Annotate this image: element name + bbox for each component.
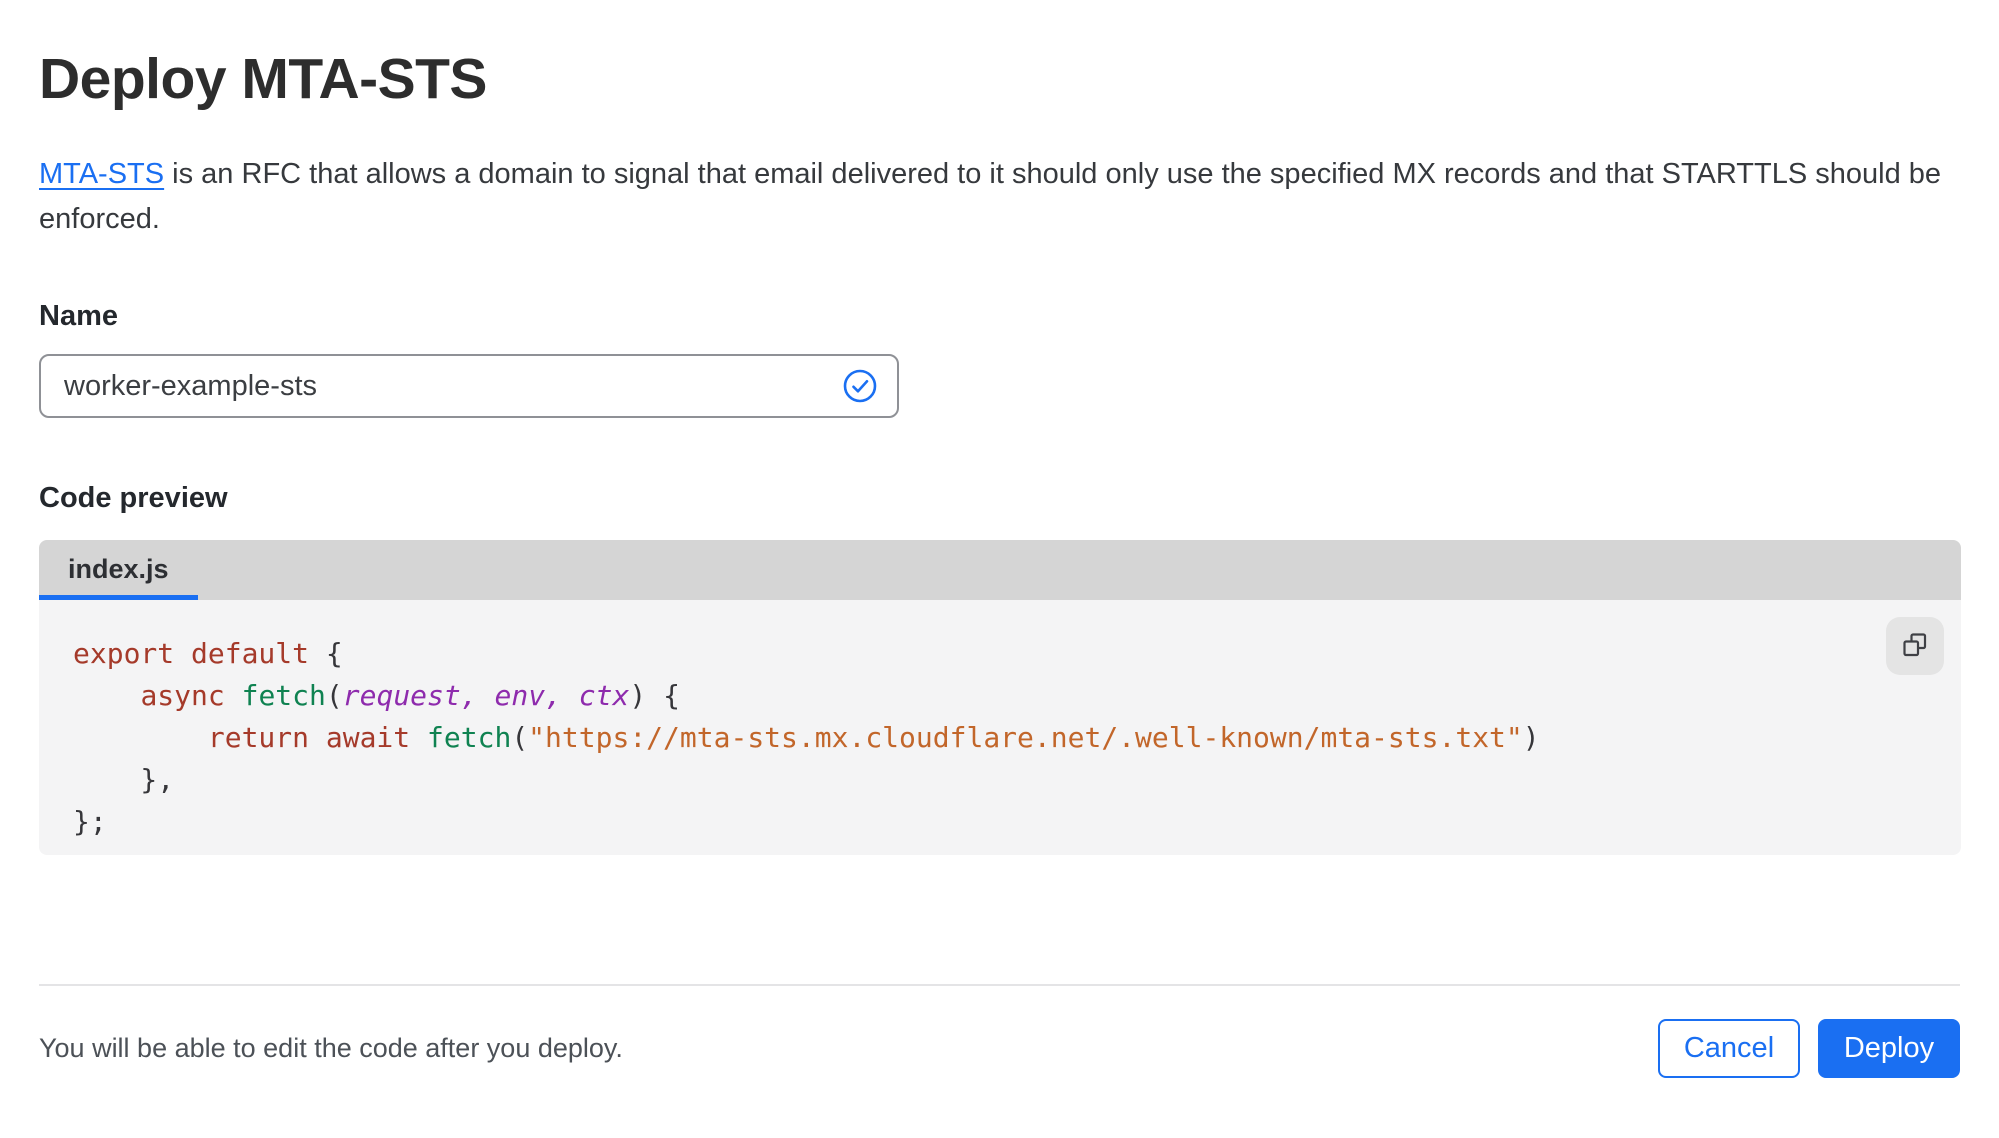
name-input[interactable] [39,354,899,418]
code-lines: export default { async fetch(request, en… [73,637,1540,838]
name-input-wrap [39,354,899,418]
mta-sts-link[interactable]: MTA-STS [39,158,164,190]
footer: You will be able to edit the code after … [39,1018,1960,1078]
name-label: Name [39,300,118,332]
footer-note: You will be able to edit the code after … [39,1032,623,1063]
code-tab-bar: index.js [39,540,1961,600]
code-preview-label: Code preview [39,482,228,514]
description-text: is an RFC that allows a domain to signal… [39,158,1942,235]
footer-divider [39,984,1960,986]
footer-actions: Cancel Deploy [1658,1018,1960,1078]
cancel-button[interactable]: Cancel [1658,1018,1800,1078]
code-preview-block: index.js export default { async fetch(re… [39,540,1961,855]
check-circle-icon [843,369,877,403]
deploy-button[interactable]: Deploy [1818,1018,1960,1078]
deploy-mta-sts-dialog: Deploy MTA-STS MTA-STS is an RFC that al… [0,0,1999,1138]
copy-button[interactable] [1886,617,1944,675]
copy-icon [1901,631,1929,662]
tab-index-js[interactable]: index.js [39,540,198,600]
description: MTA-STS is an RFC that allows a domain t… [39,152,1960,242]
code-editor: export default { async fetch(request, en… [39,600,1961,855]
page-title: Deploy MTA-STS [39,47,487,111]
